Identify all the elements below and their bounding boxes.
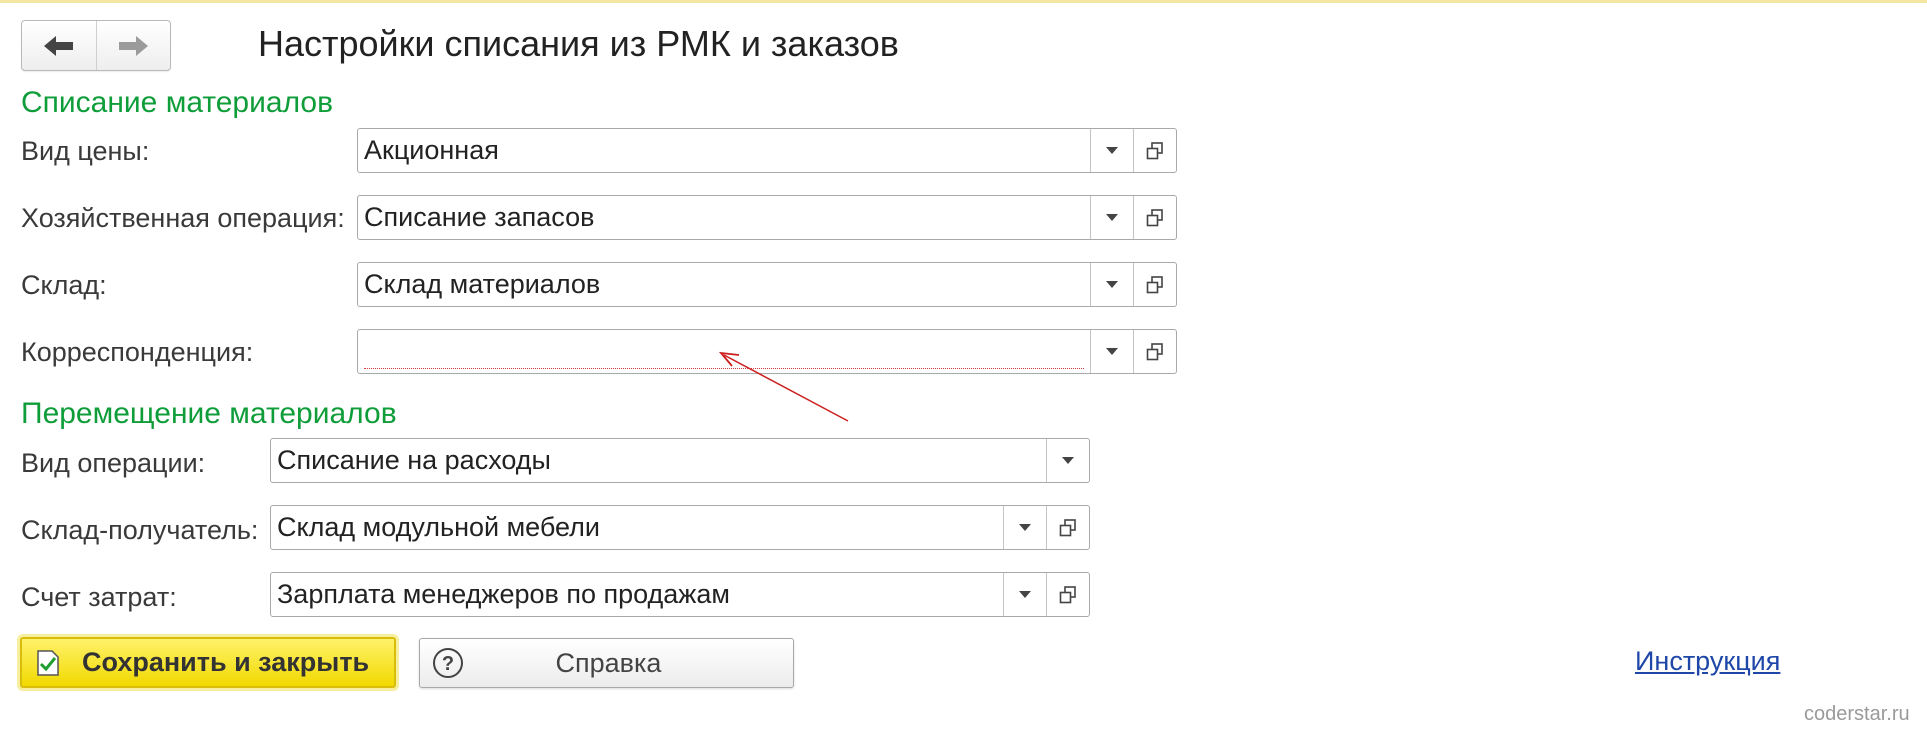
operation-type-label: Вид операции: [21,448,206,478]
warehouse-open-button[interactable] [1133,263,1176,306]
receiving-warehouse-field[interactable]: Склад модульной мебели [270,505,1090,550]
price-type-dropdown-button[interactable] [1090,129,1133,172]
chevron-down-icon [1106,214,1118,221]
expense-account-input[interactable]: Зарплата менеджеров по продажам [271,573,1003,616]
operation-type-input[interactable]: Списание на расходы [271,439,1046,482]
price-type-input[interactable]: Акционная [358,129,1090,172]
save-and-close-button[interactable]: Сохранить и закрыть [20,637,396,688]
receiving-warehouse-input[interactable]: Склад модульной мебели [271,506,1003,549]
operation-type-field[interactable]: Списание на расходы [270,438,1090,483]
chevron-down-icon [1019,591,1031,598]
navigation-buttons [21,20,171,71]
business-operation-field[interactable]: Списание запасов [357,195,1177,240]
expense-account-open-button[interactable] [1046,573,1089,616]
save-and-close-label: Сохранить и закрыть [82,647,370,677]
receiving-warehouse-dropdown-button[interactable] [1003,506,1046,549]
correspondence-label: Корреспонденция: [21,337,254,367]
open-window-icon [1059,585,1076,603]
save-check-icon [37,649,59,676]
forward-button[interactable] [95,21,171,70]
expense-account-dropdown-button[interactable] [1003,573,1046,616]
price-type-field[interactable]: Акционная [357,128,1177,173]
expense-account-label: Счет затрат: [21,582,177,612]
warehouse-dropdown-button[interactable] [1090,263,1133,306]
help-button[interactable]: ? Справка [419,638,794,688]
correspondence-open-button[interactable] [1133,330,1176,373]
svg-text:?: ? [442,653,454,675]
chevron-down-icon [1019,524,1031,531]
receiving-warehouse-open-button[interactable] [1046,506,1089,549]
open-window-icon [1146,141,1163,159]
correspondence-input[interactable] [358,330,1090,373]
correspondence-field[interactable] [357,329,1177,374]
window-top-border [0,0,1927,3]
warehouse-field[interactable]: Склад материалов [357,262,1177,307]
operation-type-dropdown-button[interactable] [1046,439,1089,482]
help-label: Справка [555,647,662,678]
instructions-link[interactable]: Инструкция [1635,646,1780,677]
warehouse-label: Склад: [21,270,107,300]
correspondence-dropdown-button[interactable] [1090,330,1133,373]
business-operation-dropdown-button[interactable] [1090,196,1133,239]
expense-account-field[interactable]: Зарплата менеджеров по продажам [270,572,1090,617]
writeoff-section-heading: Списание материалов [21,86,334,119]
watermark: coderstar.ru [1804,703,1910,725]
arrow-left-icon [43,35,73,56]
warehouse-input[interactable]: Склад материалов [358,263,1090,306]
business-operation-input[interactable]: Списание запасов [358,196,1090,239]
price-type-label: Вид цены: [21,136,150,166]
chevron-down-icon [1062,457,1074,464]
business-operation-open-button[interactable] [1133,196,1176,239]
receiving-warehouse-label: Склад-получатель: [21,515,259,545]
chevron-down-icon [1106,348,1118,355]
page-title: Настройки списания из РМК и заказов [258,23,899,64]
help-question-icon: ? [433,648,463,678]
open-window-icon [1146,275,1163,293]
business-operation-label: Хозяйственная операция: [21,203,345,233]
chevron-down-icon [1106,147,1118,154]
open-window-icon [1146,208,1163,226]
open-window-icon [1059,518,1076,536]
back-button[interactable] [22,21,96,70]
arrow-right-icon [119,35,149,56]
transfer-section-heading: Перемещение материалов [21,397,397,430]
chevron-down-icon [1106,281,1118,288]
open-window-icon [1146,342,1163,360]
price-type-open-button[interactable] [1133,129,1176,172]
